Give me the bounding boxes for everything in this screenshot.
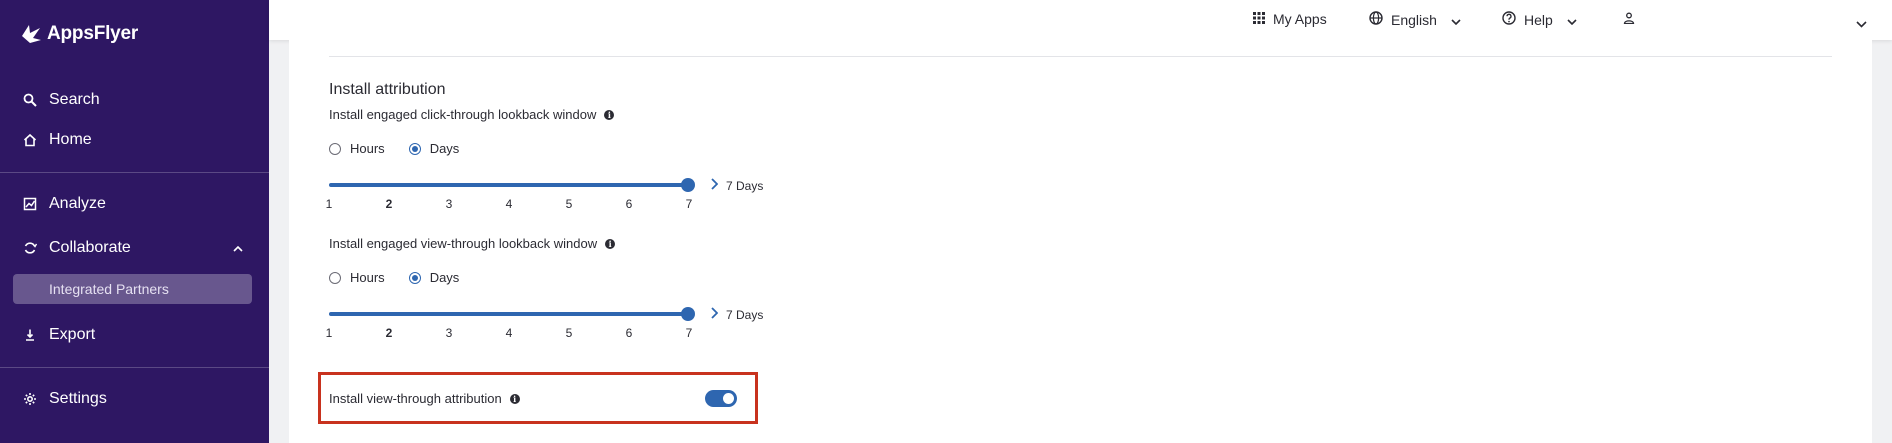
slider-handle[interactable] xyxy=(681,178,695,192)
hours-radio[interactable] xyxy=(329,271,341,284)
sidebar-item-integrated-partners[interactable]: Integrated Partners xyxy=(13,274,252,304)
gear-icon xyxy=(22,391,38,407)
sidebar-item-export[interactable]: Export xyxy=(0,320,269,350)
view-window-label: Install engaged view-through lookback wi… xyxy=(329,236,616,251)
click-window-label-text: Install engaged click-through lookback w… xyxy=(329,107,597,122)
click-window-unit-group: Hours Days xyxy=(329,141,483,156)
sidebar-item-label: Analyze xyxy=(49,195,106,212)
click-window-value-text: 7 Days xyxy=(726,178,764,193)
help-label: Help xyxy=(1524,11,1553,28)
hours-radio-label: Hours xyxy=(350,270,385,285)
chevron-down-icon xyxy=(1856,15,1867,31)
slider-track xyxy=(329,312,689,316)
view-through-attribution-label: Install view-through attribution i xyxy=(329,391,520,406)
click-window-value[interactable]: 7 Days xyxy=(711,178,763,193)
chevron-right-icon xyxy=(711,307,719,322)
tick-label: 1 xyxy=(325,197,333,211)
chevron-right-icon xyxy=(711,178,719,193)
brand-name: AppsFlyer xyxy=(47,23,139,44)
apps-grid-icon xyxy=(1253,11,1265,27)
analyze-icon xyxy=(22,196,38,212)
sidebar-item-collaborate[interactable]: Collaborate xyxy=(0,233,269,263)
account-dropdown-chevron[interactable] xyxy=(1856,15,1867,31)
language-label: English xyxy=(1391,11,1437,28)
sidebar-item-label: Home xyxy=(49,131,92,148)
view-window-slider[interactable] xyxy=(329,304,695,324)
view-window-label-text: Install engaged view-through lookback wi… xyxy=(329,236,598,251)
sidebar-item-label: Export xyxy=(49,326,96,343)
view-window-value[interactable]: 7 Days xyxy=(711,307,763,322)
tick-label: 6 xyxy=(625,326,633,340)
export-icon xyxy=(22,327,38,343)
sidebar-item-label: Search xyxy=(49,91,100,108)
hours-radio[interactable] xyxy=(329,142,341,155)
tick-label: 7 xyxy=(685,326,693,340)
slider-handle[interactable] xyxy=(681,307,695,321)
tick-label: 4 xyxy=(505,197,513,211)
click-window-slider[interactable] xyxy=(329,175,695,195)
chevron-down-icon xyxy=(1451,12,1461,28)
appsflyer-logo[interactable]: AppsFlyer xyxy=(19,22,138,46)
tick-label: 2 xyxy=(385,326,393,340)
sidebar-divider xyxy=(0,367,269,368)
sidebar-item-analyze[interactable]: Analyze xyxy=(0,189,269,219)
search-icon xyxy=(22,92,38,108)
user-account-button[interactable] xyxy=(1623,11,1635,27)
click-window-label: Install engaged click-through lookback w… xyxy=(329,107,615,122)
language-selector[interactable]: English xyxy=(1369,11,1461,28)
collaborate-icon xyxy=(22,240,38,256)
view-through-attribution-toggle[interactable] xyxy=(705,390,737,407)
sidebar-item-label: Collaborate xyxy=(49,239,131,256)
help-menu[interactable]: Help xyxy=(1502,11,1577,28)
days-radio[interactable] xyxy=(408,271,421,284)
sidebar: AppsFlyer Search Home Analyze Collaborat… xyxy=(0,0,269,443)
days-radio-label: Days xyxy=(429,270,460,285)
view-window-ticks: 1 2 3 4 5 6 7 xyxy=(325,326,693,342)
sidebar-divider xyxy=(0,172,269,173)
tick-label: 5 xyxy=(565,326,573,340)
my-apps-label: My Apps xyxy=(1273,11,1327,27)
home-icon xyxy=(22,132,38,148)
sidebar-item-label: Settings xyxy=(49,390,107,407)
tick-label: 7 xyxy=(685,197,693,211)
chevron-up-icon[interactable] xyxy=(233,239,243,257)
hours-radio-label: Hours xyxy=(350,141,385,156)
top-bar: My Apps English Help xyxy=(269,0,1892,40)
days-radio[interactable] xyxy=(408,142,421,155)
globe-icon xyxy=(1369,11,1383,28)
chevron-down-icon xyxy=(1567,12,1577,28)
help-icon xyxy=(1502,11,1516,28)
my-apps-button[interactable]: My Apps xyxy=(1253,11,1327,27)
view-window-value-text: 7 Days xyxy=(726,307,764,322)
view-window-unit-group: Hours Days xyxy=(329,270,483,285)
view-through-attribution-label-text: Install view-through attribution xyxy=(329,391,502,406)
sidebar-item-home[interactable]: Home xyxy=(0,125,269,155)
tick-label: 3 xyxy=(445,326,453,340)
tick-label: 2 xyxy=(385,197,393,211)
sidebar-item-settings[interactable]: Settings xyxy=(0,384,269,414)
sidebar-item-label: Integrated Partners xyxy=(49,281,169,297)
section-divider xyxy=(329,56,1832,57)
section-title: Install attribution xyxy=(329,81,446,98)
info-icon[interactable]: i xyxy=(509,393,520,404)
info-icon[interactable]: i xyxy=(604,109,615,120)
days-radio-label: Days xyxy=(429,141,460,156)
sidebar-item-search[interactable]: Search xyxy=(0,85,269,115)
click-window-ticks: 1 2 3 4 5 6 7 xyxy=(325,197,693,213)
tick-label: 4 xyxy=(505,326,513,340)
tick-label: 6 xyxy=(625,197,633,211)
slider-track xyxy=(329,183,689,187)
appsflyer-bird-icon xyxy=(22,25,41,43)
user-icon xyxy=(1623,11,1635,27)
info-icon[interactable]: i xyxy=(605,238,616,249)
tick-label: 5 xyxy=(565,197,573,211)
tick-label: 3 xyxy=(445,197,453,211)
tick-label: 1 xyxy=(325,326,333,340)
